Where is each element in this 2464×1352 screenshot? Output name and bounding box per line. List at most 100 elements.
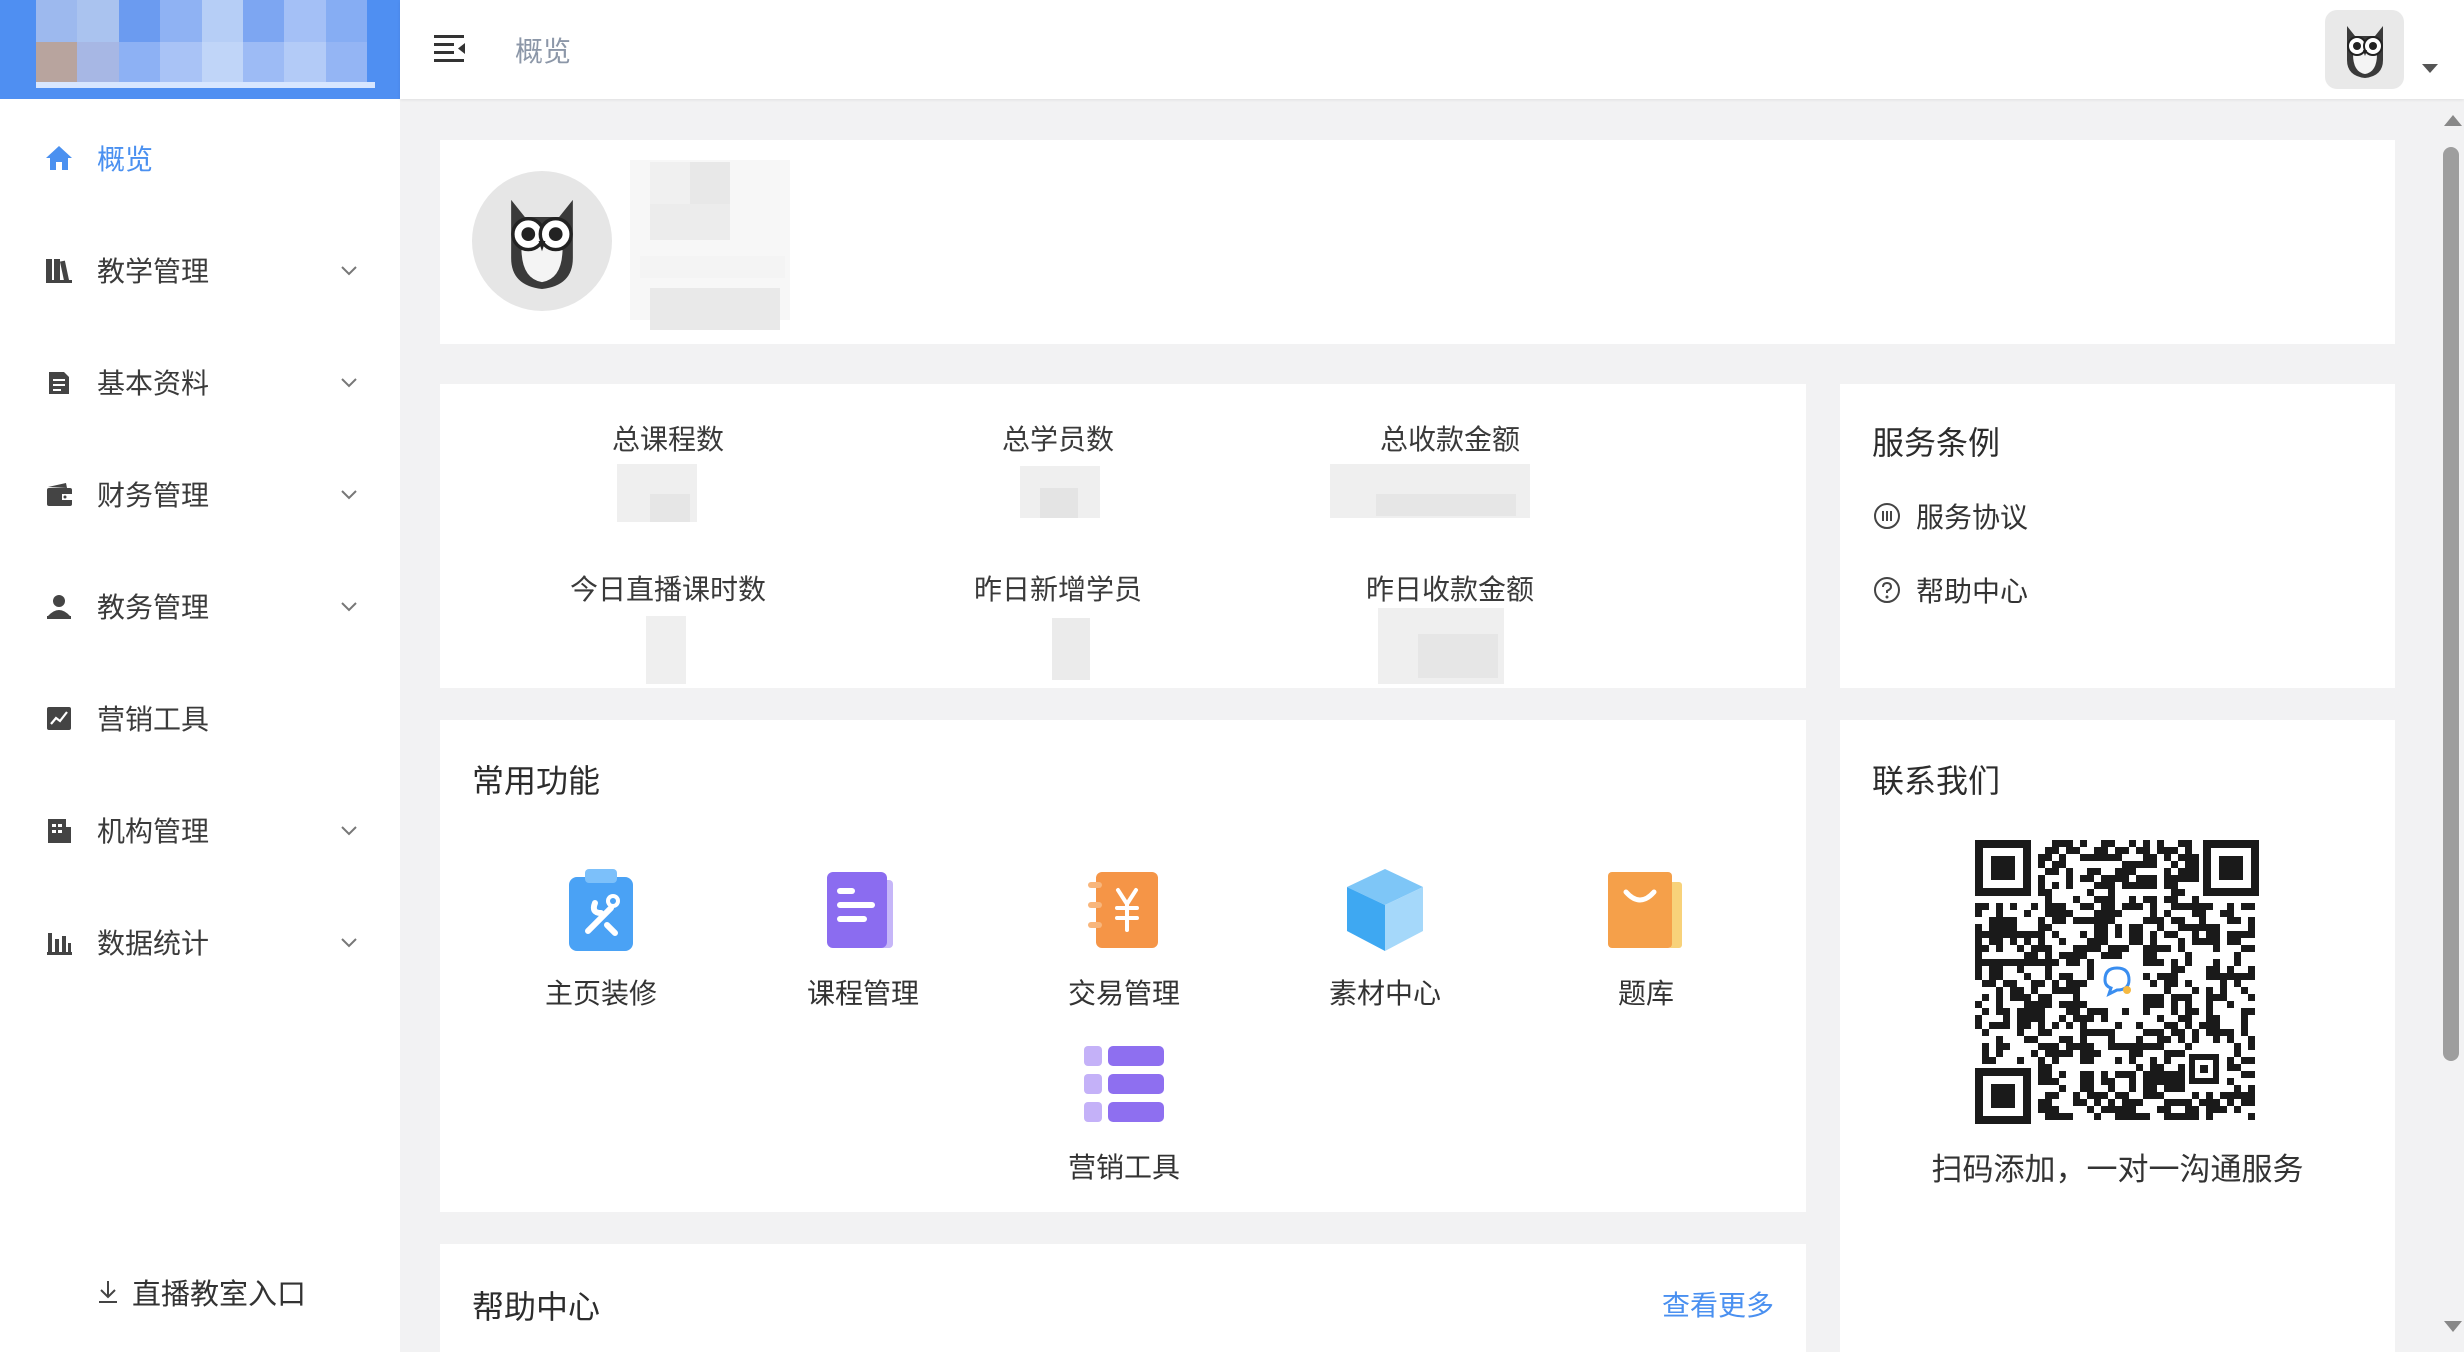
contact-us-card: 联系我们 扫码添加，一对一沟通服务 [1840, 720, 2395, 1352]
top-bar: 概览 [400, 0, 2464, 99]
function-question-bank[interactable]: 题库 [1546, 862, 1746, 1012]
help-title: 帮助中心 [472, 1288, 601, 1326]
live-classroom-entry-link[interactable]: 直播教室入口 [96, 1268, 306, 1316]
function-label: 交易管理 [1067, 977, 1180, 1010]
function-label: 素材中心 [1328, 977, 1441, 1010]
service-link-label: 服务协议 [1916, 501, 2029, 534]
organization-avatar [472, 171, 612, 311]
question-circle-icon [1874, 577, 1900, 603]
list-rows-icon [1076, 1036, 1172, 1132]
sidebar-item-marketing[interactable]: 营销工具 [0, 675, 400, 761]
sidebar-item-academic[interactable]: 教务管理 [0, 563, 400, 649]
qr-code-image [1975, 840, 2259, 1124]
chevron-down-icon [341, 266, 357, 276]
stat-yesterday-revenue: 昨日收款金额 [1300, 568, 1600, 608]
function-course-management[interactable]: 课程管理 [763, 862, 963, 1012]
stat-label: 昨日新增学员 [973, 573, 1142, 606]
blur-tile [650, 288, 780, 330]
sidebar-item-overview[interactable]: 概览 [0, 115, 400, 201]
owl-avatar-icon [511, 199, 573, 289]
function-label: 营销工具 [1067, 1151, 1180, 1184]
stat-value-blurred [1052, 618, 1090, 680]
help-center-card: 帮助中心 查看更多 [440, 1244, 1806, 1352]
agreement-icon [1874, 503, 1900, 529]
stat-label: 今日直播课时数 [569, 573, 766, 606]
help-center-link[interactable]: 帮助中心 [1872, 570, 2028, 610]
stat-yesterday-new-students: 昨日新增学员 [908, 568, 1208, 608]
download-icon [99, 1281, 117, 1303]
scroll-up-arrow-icon[interactable] [2444, 115, 2462, 126]
yuan-notebook-icon [1076, 862, 1172, 958]
sidebar: 概览 教学管理 基本资料 财务管理 教务管理 营销工具 机构管理 数据统计 直播… [0, 0, 400, 1352]
sidebar-item-teaching[interactable]: 教学管理 [0, 227, 400, 313]
service-title: 服务条例 [1872, 424, 2001, 462]
user-menu-caret-icon[interactable] [2422, 64, 2438, 73]
blur-tile [690, 162, 730, 204]
home-icon [42, 141, 76, 175]
blur-tile [650, 204, 730, 240]
function-label: 课程管理 [806, 977, 919, 1010]
scroll-thumb[interactable] [2443, 147, 2459, 1061]
sidebar-item-label: 机构管理 [97, 815, 210, 848]
function-label: 题库 [1617, 977, 1674, 1010]
stat-today-live-hours: 今日直播课时数 [518, 568, 818, 608]
stat-value-blurred [646, 616, 686, 684]
qr-caption: 扫码添加，一对一沟通服务 [1931, 1152, 2304, 1188]
logo-image-blurred [36, 0, 367, 84]
chevron-down-icon [341, 602, 357, 612]
stat-label: 昨日收款金额 [1365, 573, 1534, 606]
document-icon [42, 365, 76, 399]
service-link-label: 帮助中心 [1916, 575, 2029, 608]
user-avatar[interactable] [2325, 10, 2404, 89]
sidebar-item-finance[interactable]: 财务管理 [0, 451, 400, 537]
sidebar-item-label: 基本资料 [97, 367, 210, 400]
sidebar-item-label: 财务管理 [97, 479, 210, 512]
view-more-link[interactable]: 查看更多 [1662, 1284, 1774, 1324]
logo-underline [36, 82, 375, 88]
shopping-bag-icon [1598, 862, 1694, 958]
blur-tile [1376, 494, 1516, 516]
blur-tile [650, 494, 690, 522]
course-book-icon [815, 862, 911, 958]
common-functions-card: 常用功能 主页装修 课程管理 交易管理 素材中心 题库 营销工具 [440, 720, 1806, 1212]
page-scrollbar[interactable] [2436, 99, 2464, 1352]
owl-avatar-icon [2346, 25, 2383, 78]
cube-box-icon [1337, 862, 1433, 958]
sidebar-item-label: 教务管理 [97, 591, 210, 624]
tools-clipboard-icon [553, 862, 649, 958]
chart-line-icon [42, 701, 76, 735]
stat-total-revenue: 总收款金额 [1300, 418, 1600, 458]
sidebar-item-label: 营销工具 [97, 703, 210, 736]
function-material-center[interactable]: 素材中心 [1285, 862, 1485, 1012]
stat-label: 总课程数 [611, 423, 724, 456]
sidebar-item-label: 概览 [97, 143, 154, 176]
live-entry-label: 直播教室入口 [132, 1277, 307, 1311]
chevron-down-icon [341, 938, 357, 948]
function-transaction-management[interactable]: 交易管理 [1024, 862, 1224, 1012]
building-icon [42, 813, 76, 847]
function-marketing-tools[interactable]: 营销工具 [1024, 1036, 1224, 1186]
sidebar-item-organization[interactable]: 机构管理 [0, 787, 400, 873]
stat-label: 总学员数 [1001, 423, 1114, 456]
sidebar-item-label: 数据统计 [97, 927, 210, 960]
contact-title: 联系我们 [1872, 762, 2001, 800]
function-homepage-decoration[interactable]: 主页装修 [501, 862, 701, 1012]
sidebar-item-statistics[interactable]: 数据统计 [0, 899, 400, 985]
wallet-icon [42, 477, 76, 511]
scroll-down-arrow-icon[interactable] [2444, 1321, 2462, 1332]
stat-label: 总收款金额 [1379, 423, 1520, 456]
chevron-down-icon [341, 490, 357, 500]
stat-total-students: 总学员数 [908, 418, 1208, 458]
sidebar-item-basic-info[interactable]: 基本资料 [0, 339, 400, 425]
breadcrumb: 概览 [515, 35, 572, 68]
chevron-down-icon [341, 378, 357, 388]
profile-card [440, 140, 2395, 344]
service-agreement-link[interactable]: 服务协议 [1872, 496, 2028, 536]
bar-chart-icon [42, 925, 76, 959]
service-terms-card: 服务条例 服务协议 帮助中心 [1840, 384, 2395, 688]
functions-title: 常用功能 [472, 762, 601, 800]
stat-total-courses: 总课程数 [518, 418, 818, 458]
menu-fold-icon[interactable] [432, 30, 468, 68]
brand-logo[interactable] [0, 0, 400, 99]
function-label: 主页装修 [544, 977, 657, 1010]
